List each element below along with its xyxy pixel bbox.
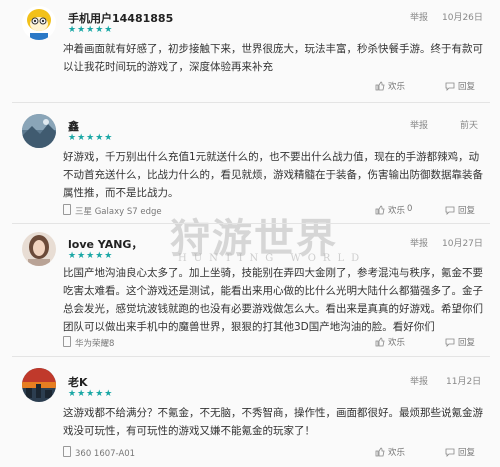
- username[interactable]: 手机用户14481885: [68, 10, 173, 26]
- like-button[interactable]: 欢乐: [375, 204, 405, 216]
- device-label: 360 1607-A01: [63, 446, 135, 459]
- review-date: 10月26日: [442, 13, 483, 23]
- person-avatar-icon: [22, 232, 56, 266]
- like-count: 0: [407, 204, 413, 214]
- phone-icon: [63, 204, 71, 215]
- username[interactable]: love YANG，: [68, 236, 142, 252]
- sunset-avatar-icon: [22, 368, 56, 402]
- cartoon-avatar-icon: [22, 6, 56, 40]
- review-date: 11月2日: [446, 377, 482, 387]
- username[interactable]: 鑫: [68, 118, 79, 134]
- reply-button[interactable]: 回复: [445, 204, 475, 216]
- user-avatar[interactable]: [22, 6, 56, 40]
- thumbs-up-icon: [375, 337, 385, 347]
- reply-button[interactable]: 回复: [445, 80, 475, 92]
- review-date: 10月27日: [442, 239, 483, 249]
- like-button[interactable]: 欢乐: [375, 446, 405, 458]
- review-meta: 欢乐 回复: [63, 80, 483, 94]
- thumbs-up-icon: [375, 205, 385, 215]
- report-link[interactable]: 举报: [410, 374, 428, 387]
- watermark-subtitle: HUNTING WORLD: [178, 253, 367, 264]
- review-text: 这游戏都不给满分？不氪金，不无脑，不秀智商，操作性，画面都很好。最烦那些说氪金游…: [63, 407, 483, 437]
- device-label: 三星 Galaxy S7 edge: [63, 204, 162, 217]
- rating-stars: ★★★★★: [68, 251, 114, 261]
- review-text: 比国产地沟油良心太多了。加上坐骑，技能别在弄四大金刚了，参考混沌与秩序，氪金不要…: [63, 267, 483, 333]
- username[interactable]: 老K: [68, 374, 88, 390]
- thumbs-up-icon: [375, 81, 385, 91]
- review-text: 好游戏，千万别出什么充值1元就送什么的，也不要出什么战力值，现在的手游都辣鸡，动…: [63, 151, 483, 199]
- phone-icon: [63, 446, 71, 457]
- thumbs-up-icon: [375, 447, 385, 457]
- landscape-avatar-icon: [22, 114, 56, 148]
- review-meta: 360 1607-A01 欢乐 回复: [63, 446, 483, 460]
- reply-icon: [445, 448, 455, 457]
- user-avatar[interactable]: [22, 368, 56, 402]
- reply-button[interactable]: 回复: [445, 446, 475, 458]
- rating-stars: ★★★★★: [68, 25, 114, 35]
- review-meta: 华为荣耀8 欢乐 回复: [63, 336, 483, 350]
- user-avatar[interactable]: [22, 232, 56, 266]
- divider: [12, 102, 490, 103]
- review-meta: 三星 Galaxy S7 edge 欢乐 0 回复: [63, 204, 483, 218]
- review-text: 冲着画面就有好感了，初步接触下来，世界很庞大，玩法丰富，秒杀快餐手游。终于有款可…: [63, 43, 483, 73]
- divider: [12, 223, 490, 224]
- reply-icon: [445, 82, 455, 91]
- user-avatar[interactable]: [22, 114, 56, 148]
- report-link[interactable]: 举报: [410, 118, 428, 131]
- rating-stars: ★★★★★: [68, 133, 114, 143]
- reply-button[interactable]: 回复: [445, 336, 475, 348]
- review-date: 前天: [460, 121, 479, 131]
- report-link[interactable]: 举报: [410, 10, 428, 23]
- like-button[interactable]: 欢乐: [375, 336, 405, 348]
- reply-icon: [445, 338, 455, 347]
- phone-icon: [63, 336, 71, 347]
- reply-icon: [445, 206, 455, 215]
- report-link[interactable]: 举报: [410, 236, 428, 249]
- divider: [12, 356, 490, 357]
- like-button[interactable]: 欢乐: [375, 80, 405, 92]
- device-label: 华为荣耀8: [63, 336, 114, 349]
- rating-stars: ★★★★★: [68, 389, 114, 399]
